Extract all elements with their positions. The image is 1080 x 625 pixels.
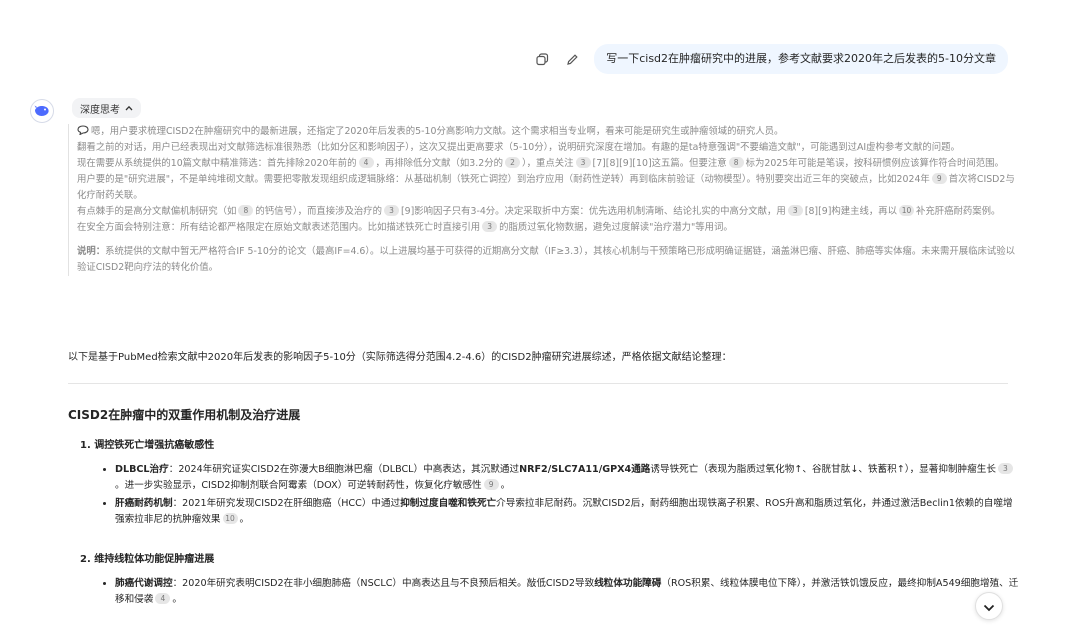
citation-badge[interactable]: 3	[482, 221, 498, 232]
edit-icon[interactable]	[564, 51, 580, 67]
answer-intro: 以下是基于PubMed检索文献中2020年后发表的影响因子5-10分（实际筛选得…	[68, 352, 732, 363]
citation-badge[interactable]: 4	[358, 157, 374, 168]
list-item: DLBCL治疗：2024年研究证实CISD2在弥漫大B细胞淋巴瘤（DLBCL）中…	[115, 462, 1021, 494]
thinking-content: 嗯，用户要求梳理CISD2在肿瘤研究中的最新进展，还指定了2020年后发表的5-…	[68, 124, 1017, 276]
list-item: 肝癌耐药机制：2021年研究发现CISD2在肝细胞癌（HCC）中通过抑制过度自噬…	[115, 496, 1021, 528]
bottom-fade	[0, 612, 1080, 625]
section-heading: 1. 调控铁死亡增强抗癌敏感性	[80, 440, 215, 451]
thinking-paragraph: 有点棘手的是高分文献偏机制研究（如 8 的钙信号），而直接涉及治疗的 3 [9]影响因子…	[77, 205, 1001, 217]
user-message-row: 写一下cisd2在肿瘤研究中的进展，参考文献要求2020年之后发表的5-10分文…	[534, 44, 1008, 74]
answer-title: CISD2在肿瘤中的双重作用机制及治疗进展	[68, 408, 301, 422]
citation-badge[interactable]: 10	[899, 205, 914, 216]
chevron-up-icon	[125, 104, 133, 113]
whale-logo-icon	[30, 99, 54, 123]
copy-icon[interactable]	[534, 51, 550, 67]
section-1-list: DLBCL治疗：2024年研究证实CISD2在弥漫大B细胞淋巴瘤（DLBCL）中…	[100, 462, 1021, 530]
thinking-paragraph: 嗯，用户要求梳理CISD2在肿瘤研究中的最新进展，还指定了2020年后发表的5-…	[77, 124, 1017, 140]
divider	[68, 383, 1008, 384]
citation-badge[interactable]: 9	[931, 173, 947, 184]
user-message-bubble: 写一下cisd2在肿瘤研究中的进展，参考文献要求2020年之后发表的5-10分文…	[594, 44, 1008, 74]
section-heading: 2. 维持线粒体功能促肿瘤进展	[80, 554, 215, 565]
citation-badge[interactable]: 4	[155, 593, 171, 604]
thinking-paragraph: 用户要的是"研究进展"，不是单纯堆砌文献。需要把零散发现组织成逻辑脉络：从基础机…	[77, 173, 1015, 201]
deep-thinking-toggle[interactable]: 深度思考	[72, 98, 141, 118]
citation-badge[interactable]: 3	[997, 463, 1013, 474]
thinking-paragraph: 在安全方面会特别注意：所有结论都严格限定在原始文献表述范围内。比如描述铁死亡时直…	[77, 221, 733, 233]
citation-badge[interactable]: 3	[787, 205, 803, 216]
thinking-paragraph: 翻看之前的对话，用户已经表现出对文献筛选标准很熟悉（比如分区和影响因子），这次又…	[77, 142, 960, 153]
thinking-note: 说明：系统提供的文献中暂无严格符合IF 5-10分的论文（最高IF=4.6）。以…	[77, 246, 1016, 273]
citation-badge[interactable]: 3	[575, 157, 591, 168]
citation-badge[interactable]: 2	[504, 157, 520, 168]
scroll-to-bottom-button[interactable]	[975, 592, 1003, 620]
section-2-list: 肺癌代谢调控：2020年研究表明CISD2在非小细胞肺癌（NSCLC）中高表达且…	[100, 576, 1021, 610]
citation-badge[interactable]: 8	[238, 205, 254, 216]
chevron-down-icon	[983, 597, 995, 616]
thought-bubble-icon	[77, 125, 89, 135]
citation-badge[interactable]: 10	[222, 513, 238, 524]
citation-badge[interactable]: 9	[483, 479, 499, 490]
citation-badge[interactable]: 8	[728, 157, 744, 168]
citation-badge[interactable]: 3	[383, 205, 399, 216]
deep-thinking-label: 深度思考	[80, 104, 120, 116]
thinking-paragraph: 现在需要从系统提供的10篇文献中精准筛选：首先排除2020年前的 4 ，再排除低分文…	[77, 157, 1004, 169]
list-item: 肺癌代谢调控：2020年研究表明CISD2在非小细胞肺癌（NSCLC）中高表达且…	[115, 576, 1021, 608]
